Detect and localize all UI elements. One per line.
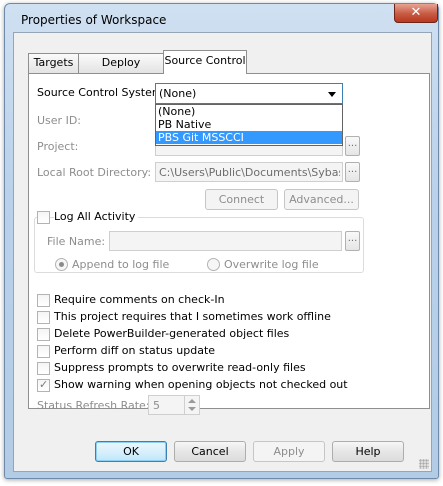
- cancel-button[interactable]: Cancel: [174, 441, 246, 462]
- tab-deploy-preview[interactable]: Deploy Preview: [78, 53, 164, 87]
- log-file-name-field[interactable]: [109, 231, 342, 251]
- resize-grip-icon[interactable]: [419, 459, 429, 469]
- overwrite-radio[interactable]: [207, 258, 220, 271]
- local-root-value: C:\Users\Public\Documents\Sybase\Po: [159, 166, 340, 179]
- apply-button[interactable]: Apply: [253, 441, 325, 462]
- local-root-field[interactable]: C:\Users\Public\Documents\Sybase\Po: [155, 162, 343, 182]
- user-id-label: User ID:: [37, 114, 81, 127]
- source-control-system-select[interactable]: (None): [155, 83, 343, 104]
- tab-source-control[interactable]: Source Control: [163, 50, 247, 74]
- dialog-client: Targets Deploy Preview Source Control So…: [13, 32, 432, 472]
- require-comments-label: Require comments on check-In: [54, 293, 225, 306]
- delete-generated-files-label: Delete PowerBuilder-generated object fil…: [54, 327, 290, 340]
- refresh-rate-label: Status Refresh Rate:: [37, 399, 150, 412]
- suppress-prompts-checkbox[interactable]: [37, 362, 50, 375]
- source-control-panel: Source Control System: (None) (None) PB …: [28, 73, 430, 409]
- log-all-activity-checkbox[interactable]: [37, 211, 50, 224]
- option-pbs-git-mssccci[interactable]: PBS Git MSSCCI: [156, 131, 342, 144]
- close-button[interactable]: ✕: [394, 4, 438, 23]
- advanced-button[interactable]: Advanced...: [284, 189, 359, 210]
- show-warning-checkbox[interactable]: [37, 378, 50, 392]
- overwrite-label: Overwrite log file: [224, 258, 319, 271]
- append-label: Append to log file: [72, 258, 170, 271]
- append-radio[interactable]: [55, 258, 68, 271]
- source-control-system-label: Source Control System:: [37, 86, 167, 99]
- properties-window: Properties of Workspace ✕ Targets Deploy…: [4, 3, 439, 479]
- project-browse-button[interactable]: ...: [345, 136, 360, 156]
- refresh-rate-spinner[interactable]: 5: [148, 395, 200, 415]
- selected-value: (None): [159, 87, 197, 100]
- spinner-buttons[interactable]: [184, 396, 199, 414]
- window-title: Properties of Workspace: [21, 13, 167, 27]
- perform-diff-checkbox[interactable]: [37, 345, 50, 358]
- log-all-activity-label: Log All Activity: [54, 210, 139, 223]
- arrow-up-icon: [188, 399, 196, 403]
- ok-button[interactable]: OK: [95, 441, 167, 462]
- local-root-browse-button[interactable]: ...: [345, 162, 360, 182]
- require-comments-checkbox[interactable]: [37, 294, 50, 307]
- suppress-prompts-label: Suppress prompts to overwrite read-only …: [54, 361, 306, 374]
- option-none[interactable]: (None): [156, 105, 342, 118]
- work-offline-label: This project requires that I sometimes w…: [54, 310, 331, 323]
- work-offline-checkbox[interactable]: [37, 311, 50, 324]
- option-pb-native[interactable]: PB Native: [156, 118, 342, 131]
- perform-diff-label: Perform diff on status update: [54, 344, 216, 357]
- delete-generated-files-checkbox[interactable]: [37, 328, 50, 341]
- local-root-label: Local Root Directory:: [37, 166, 152, 179]
- refresh-rate-value: 5: [153, 399, 160, 412]
- show-warning-label: Show warning when opening objects not ch…: [54, 378, 348, 391]
- connect-button[interactable]: Connect: [205, 189, 278, 210]
- chevron-down-icon: [328, 92, 336, 97]
- project-label: Project:: [37, 140, 79, 153]
- source-control-dropdown: (None) PB Native PBS Git MSSCCI: [155, 104, 343, 146]
- help-button[interactable]: Help: [332, 441, 404, 462]
- log-file-browse-button[interactable]: ...: [345, 231, 360, 251]
- file-name-label: File Name:: [47, 235, 106, 248]
- arrow-down-icon: [188, 407, 196, 411]
- tab-targets[interactable]: Targets: [28, 53, 79, 73]
